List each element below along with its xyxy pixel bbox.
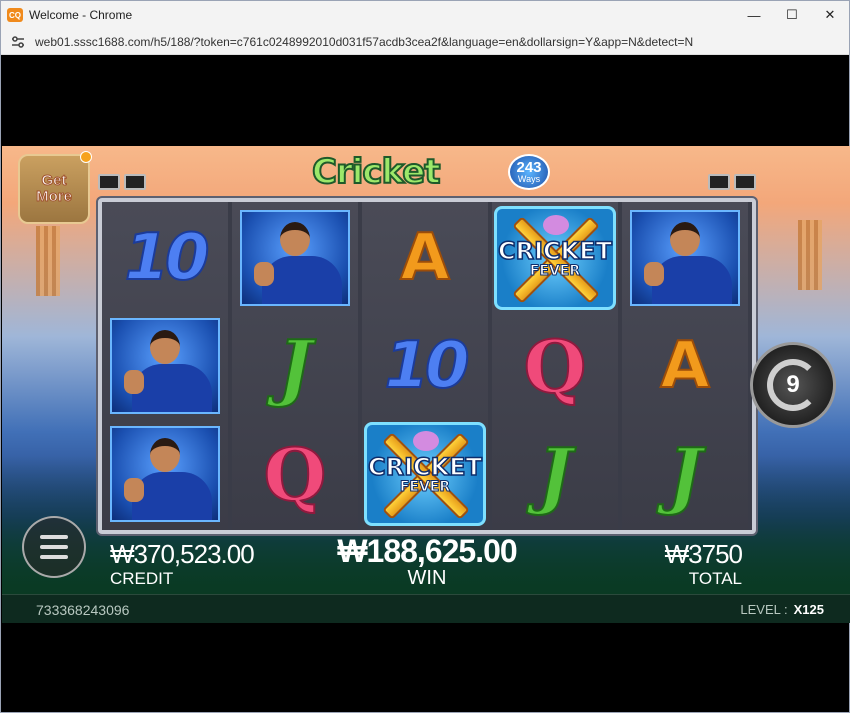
- site-settings-icon[interactable]: [11, 35, 25, 49]
- reel-3: A 10 CRICKET FEVER: [362, 202, 488, 530]
- symbol-Q: Q: [492, 312, 618, 420]
- symbol-Q-glyph: Q: [523, 323, 588, 410]
- symbol-10-glyph: 10: [383, 328, 470, 404]
- reel-4: CRICKET FEVER Q J: [492, 202, 618, 530]
- symbol-player: [102, 312, 228, 420]
- ways-label: Ways: [517, 174, 541, 184]
- get-more-line1: Get: [41, 172, 67, 189]
- reel-2: JQ: [232, 202, 358, 530]
- level-indicator: LEVEL : X125: [740, 602, 824, 617]
- url-field[interactable]: web01.sssc1688.com/h5/188/?token=c761c02…: [35, 35, 693, 49]
- symbol-Q-glyph: Q: [263, 431, 328, 518]
- app-icon: CQ: [7, 8, 23, 22]
- cricket-fever-icon: CRICKET FEVER: [494, 206, 616, 310]
- symbol-J-glyph: J: [667, 431, 703, 518]
- symbol-A: A: [362, 204, 488, 312]
- window-controls: — ☐ ✕: [735, 1, 849, 29]
- ways-number: 243: [516, 159, 542, 176]
- fever-word: FEVER: [529, 263, 581, 280]
- symbol-10: 10: [102, 204, 228, 312]
- menu-icon: [40, 545, 68, 549]
- cricket-fever-icon: CRICKET FEVER: [364, 422, 486, 526]
- ways-badge: 243 Ways: [508, 154, 550, 190]
- get-more-button[interactable]: Get More: [18, 154, 90, 224]
- stadium-light-tower-right: [798, 220, 822, 290]
- credit-label: CREDIT: [110, 569, 174, 588]
- reels-frame: 10 J Q A 10 CRICKET FEVER CRICKET FEVER Q J A J: [98, 198, 756, 534]
- close-button[interactable]: ✕: [811, 1, 849, 29]
- spotlight-icon: [98, 174, 120, 190]
- title-bar: CQ Welcome - Chrome — ☐ ✕: [1, 1, 849, 29]
- fever-word: FEVER: [399, 479, 451, 496]
- symbol-player: [232, 204, 358, 312]
- symbol-cricket-fever: CRICKET FEVER: [492, 204, 618, 312]
- symbol-10-glyph: 10: [123, 220, 210, 296]
- spotlight-icon: [708, 174, 730, 190]
- total-bet-value[interactable]: ₩3750: [642, 539, 743, 570]
- symbol-10: 10: [362, 312, 488, 420]
- menu-icon: [40, 535, 68, 539]
- symbol-A: A: [622, 312, 748, 420]
- symbol-Q: Q: [232, 420, 358, 528]
- game-logo: Cricket Fever 243 Ways: [311, 148, 552, 233]
- stadium-light-tower-left: [36, 226, 60, 296]
- address-bar: web01.sssc1688.com/h5/188/?token=c761c02…: [1, 29, 849, 55]
- symbol-cricket-fever: CRICKET FEVER: [362, 420, 488, 528]
- symbol-A-glyph: A: [399, 220, 451, 296]
- browser-window: CQ Welcome - Chrome — ☐ ✕ web01.sssc1688…: [0, 0, 850, 713]
- player-symbol-icon: [110, 426, 220, 522]
- maximize-button[interactable]: ☐: [773, 1, 811, 29]
- reel-5: AJ: [622, 202, 748, 530]
- level-label: LEVEL :: [740, 602, 788, 617]
- auto-spin-count: 9: [786, 371, 800, 398]
- win-label: WIN: [407, 567, 447, 589]
- player-symbol-icon: [110, 318, 220, 414]
- game-canvas: Cricket Fever 243 Ways Get More 10JQA10C…: [2, 146, 850, 623]
- window-title: Welcome - Chrome: [29, 8, 133, 22]
- win-value: ₩188,625.00: [337, 533, 517, 569]
- symbol-J: J: [492, 420, 618, 528]
- total-bet-label: TOTAL: [688, 569, 742, 588]
- credit-value: ₩370,523.00: [110, 539, 255, 569]
- symbol-player: [622, 204, 748, 312]
- level-value: X125: [793, 602, 824, 617]
- symbol-J-glyph: J: [537, 431, 573, 518]
- reel-1: 10: [102, 202, 228, 530]
- symbol-A-glyph: A: [659, 328, 711, 404]
- notification-dot: [80, 151, 92, 163]
- spotlight-icon: [734, 174, 756, 190]
- spotlight-icon: [124, 174, 146, 190]
- symbol-J-glyph: J: [277, 323, 313, 410]
- symbol-player: [102, 420, 228, 528]
- cricket-word: CRICKET: [367, 452, 483, 482]
- symbol-J: J: [232, 312, 358, 420]
- player-symbol-icon: [240, 210, 350, 306]
- spin-button[interactable]: 9: [750, 342, 836, 428]
- player-id: 733368243096: [36, 602, 130, 618]
- menu-button[interactable]: [22, 516, 86, 578]
- get-more-line2: More: [36, 188, 73, 205]
- player-symbol-icon: [630, 210, 740, 306]
- footer-bar: 733368243096 LEVEL : X125: [2, 594, 850, 623]
- menu-icon: [40, 555, 68, 559]
- symbol-J: J: [622, 420, 748, 528]
- minimize-button[interactable]: —: [735, 1, 773, 29]
- cricket-word: CRICKET: [497, 236, 613, 266]
